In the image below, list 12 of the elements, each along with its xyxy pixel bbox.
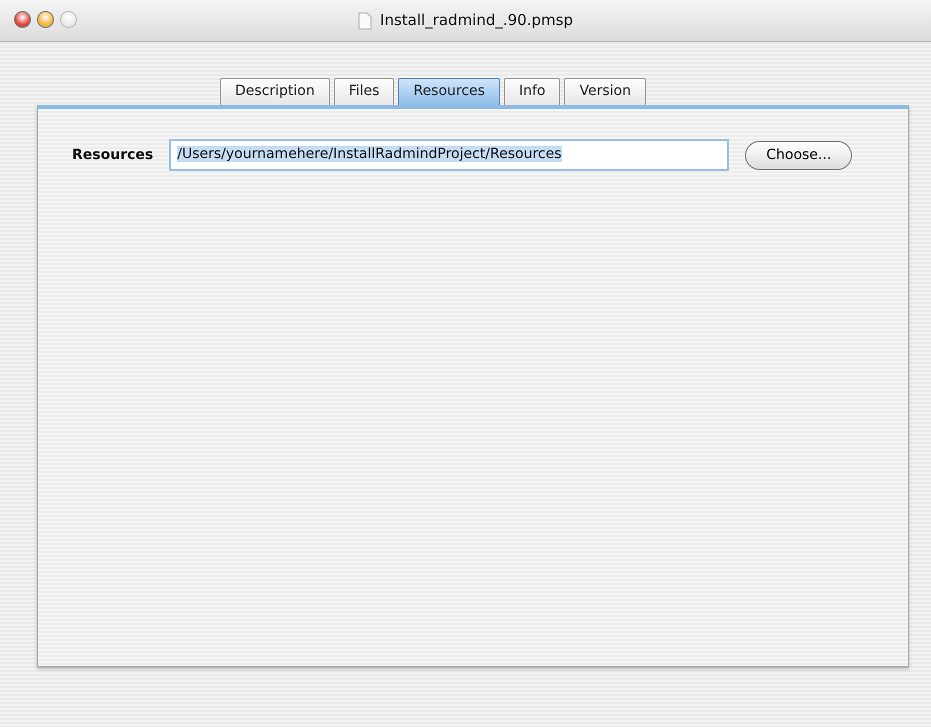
field-label: Resources [72, 146, 154, 164]
minimize-button[interactable] [37, 11, 54, 28]
document-icon [358, 12, 372, 30]
tab[interactable]: Files [334, 78, 394, 105]
window-title: Install_radmind_.90.pmsp [380, 10, 573, 32]
choose-button[interactable]: Choose... [745, 140, 852, 170]
close-button[interactable] [14, 11, 31, 28]
path-field[interactable]: /Users/yournamehere/InstallRadmindProject/Resources [169, 139, 730, 171]
tab[interactable]: Info [504, 78, 560, 105]
tab[interactable]: Version [564, 78, 646, 105]
tab[interactable]: Description [220, 78, 330, 105]
tab[interactable]: Resources [398, 78, 500, 105]
